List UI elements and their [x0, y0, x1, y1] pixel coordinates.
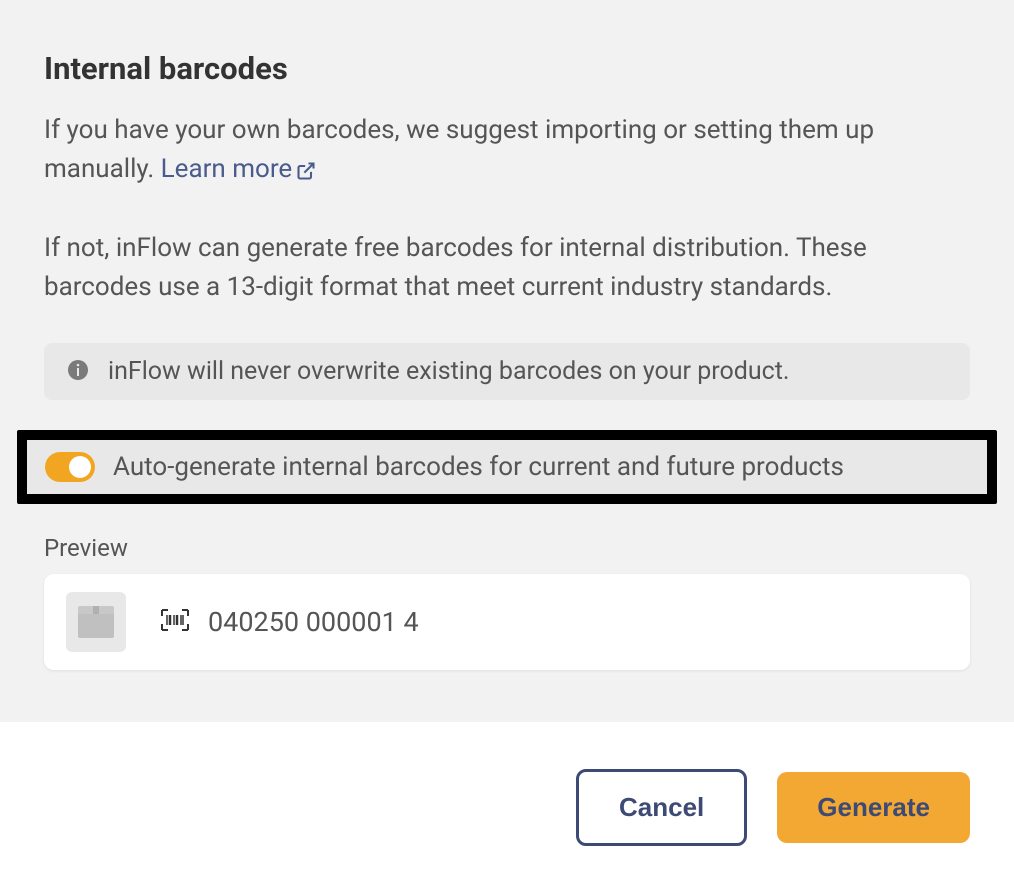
content-area: Internal barcodes If you have your own b…: [0, 0, 1014, 722]
preview-label: Preview: [44, 534, 970, 562]
info-text: inFlow will never overwrite existing bar…: [108, 357, 789, 386]
barcode-row: 040250 000001 4: [160, 606, 419, 638]
info-icon: [66, 358, 90, 386]
info-box: inFlow will never overwrite existing bar…: [44, 343, 970, 400]
external-link-icon: [296, 154, 316, 193]
description-paragraph-2: If not, inFlow can generate free barcode…: [44, 229, 970, 307]
learn-more-link[interactable]: Learn more: [161, 154, 317, 184]
generate-button[interactable]: Generate: [777, 772, 970, 843]
barcode-number: 040250 000001 4: [208, 606, 419, 638]
barcode-icon: [160, 608, 190, 636]
footer-area: Cancel Generate: [0, 722, 1014, 892]
description-paragraph-1: If you have your own barcodes, we sugges…: [44, 111, 970, 193]
highlight-box: Auto-generate internal barcodes for curr…: [17, 430, 997, 504]
product-icon: [66, 592, 126, 652]
toggle-label: Auto-generate internal barcodes for curr…: [113, 452, 844, 482]
toggle-knob: [69, 456, 91, 478]
section-title: Internal barcodes: [44, 50, 970, 87]
preview-card: 040250 000001 4: [44, 574, 970, 670]
learn-more-label: Learn more: [161, 154, 293, 184]
cancel-button[interactable]: Cancel: [576, 769, 747, 846]
auto-generate-toggle[interactable]: [45, 452, 95, 482]
